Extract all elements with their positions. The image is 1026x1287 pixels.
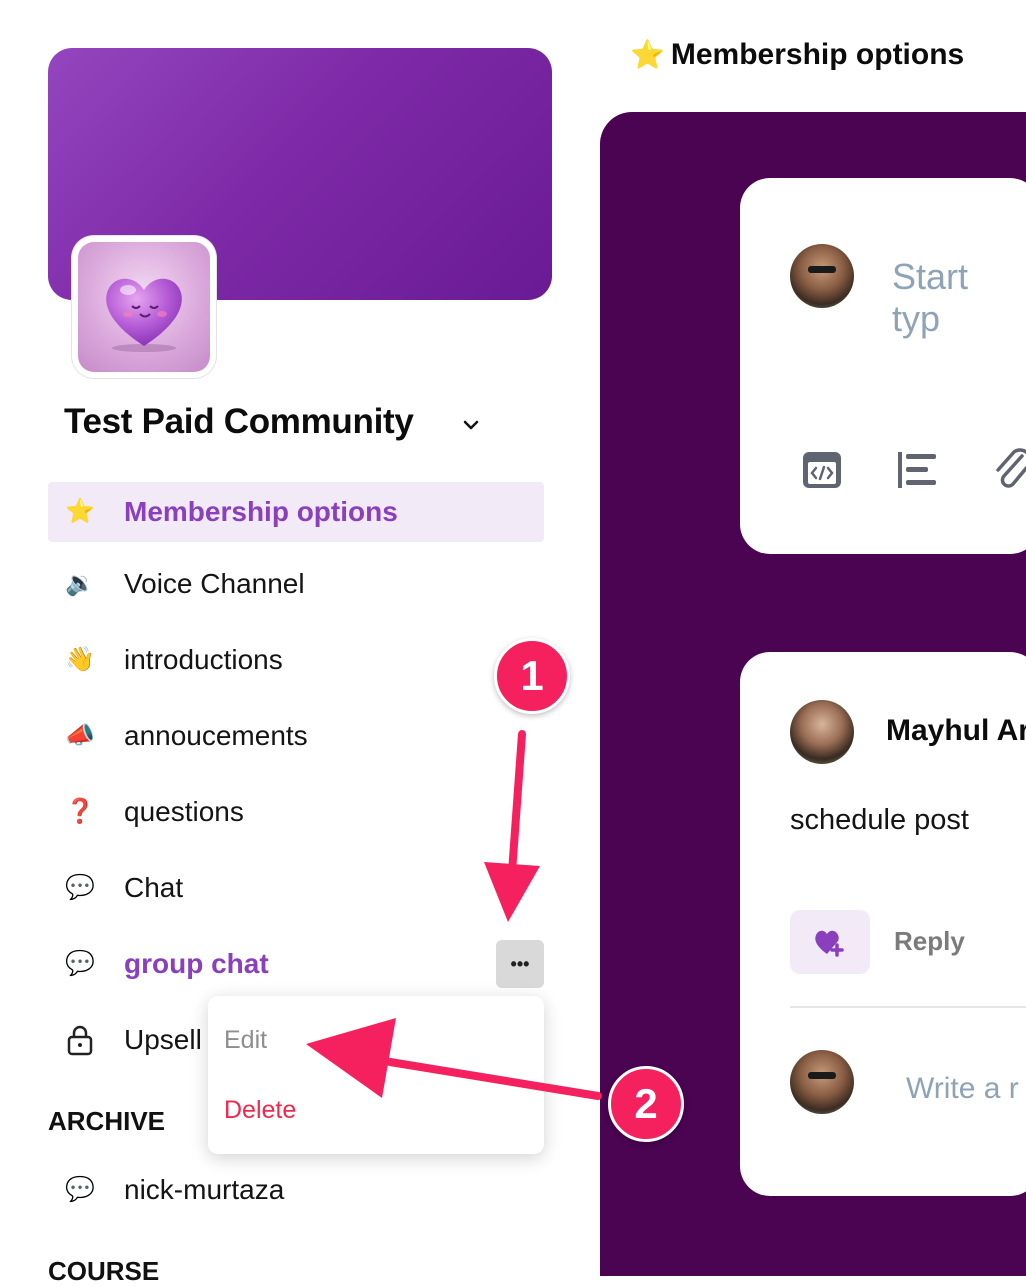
divider <box>790 1006 1026 1008</box>
reply-input[interactable]: Write a r <box>906 1072 1019 1106</box>
composer-input[interactable]: Start typ <box>892 256 1026 340</box>
step-2-badge: 2 <box>608 1066 684 1142</box>
channel-context-menu: Edit Delete <box>208 996 544 1154</box>
chevron-down-icon[interactable] <box>460 414 482 436</box>
question-mark-icon: ❓ <box>65 798 95 825</box>
sidebar-item-introductions[interactable]: 👋 introductions <box>48 630 544 690</box>
waving-hand-icon: 👋 <box>65 646 95 673</box>
speech-bubble-icon: 💬 <box>65 874 95 901</box>
sidebar-item-label: group chat <box>124 948 269 979</box>
archive-heading: ARCHIVE <box>48 1106 166 1136</box>
channel-title: ⭐ Membership options <box>630 38 964 72</box>
course-heading: COURSE <box>48 1256 160 1286</box>
sidebar-item-label: annoucements <box>124 720 308 751</box>
sidebar-item-nick-murtaza[interactable]: 💬 nick-murtaza <box>48 1160 544 1220</box>
speech-bubble-icon: 💬 <box>65 950 95 977</box>
sidebar-item-label: questions <box>124 796 244 827</box>
sidebar-item-label: nick-murtaza <box>124 1174 285 1205</box>
sidebar-item-chat[interactable]: 💬 Chat <box>48 858 544 918</box>
avatar <box>790 1050 854 1114</box>
speech-bubble-icon: 💬 <box>65 1176 95 1203</box>
sidebar-item-voice-channel[interactable]: 🔉 Voice Channel <box>48 554 544 614</box>
post-composer-card[interactable] <box>740 178 1026 554</box>
community-name[interactable]: Test Paid Community <box>64 402 414 442</box>
sidebar-item-questions[interactable]: ❓ questions <box>48 782 544 842</box>
channel-title-text: Membership options <box>670 38 965 71</box>
align-left-icon[interactable] <box>896 450 940 490</box>
speaker-icon: 🔉 <box>65 570 95 597</box>
heart-logo-image <box>78 242 210 372</box>
post-author[interactable]: Mayhul Ar <box>886 714 1026 748</box>
sidebar-item-label: Chat <box>124 872 184 903</box>
sidebar-item-group-chat[interactable]: 💬 group chat <box>48 934 544 994</box>
sidebar-item-annoucements[interactable]: 📣 annoucements <box>48 706 544 766</box>
edit-menu-item[interactable]: Edit <box>224 1026 267 1055</box>
reply-button[interactable]: Reply <box>894 926 965 957</box>
star-icon: ⭐ <box>630 39 665 70</box>
sidebar-item-label: Voice Channel <box>124 568 305 599</box>
avatar <box>790 244 854 308</box>
star-icon: ⭐ <box>65 498 95 525</box>
more-options-button[interactable]: ••• <box>496 940 544 988</box>
code-block-icon[interactable] <box>800 448 844 492</box>
megaphone-icon: 📣 <box>65 722 95 749</box>
lock-icon <box>48 1024 112 1056</box>
sidebar-item-label: introductions <box>124 644 283 675</box>
sidebar-item-membership-options[interactable]: ⭐ Membership options <box>48 482 544 542</box>
community-logo[interactable] <box>72 236 216 378</box>
sidebar-item-label: Membership options <box>124 496 398 527</box>
avatar[interactable] <box>790 700 854 764</box>
like-button[interactable] <box>790 910 870 974</box>
step-1-badge: 1 <box>494 638 570 714</box>
delete-menu-item[interactable]: Delete <box>224 1096 296 1125</box>
paperclip-icon[interactable] <box>992 446 1026 492</box>
post-body: schedule post <box>790 804 969 836</box>
sidebar-item-label: Upsell <box>124 1024 202 1055</box>
heart-plus-icon <box>815 930 844 957</box>
